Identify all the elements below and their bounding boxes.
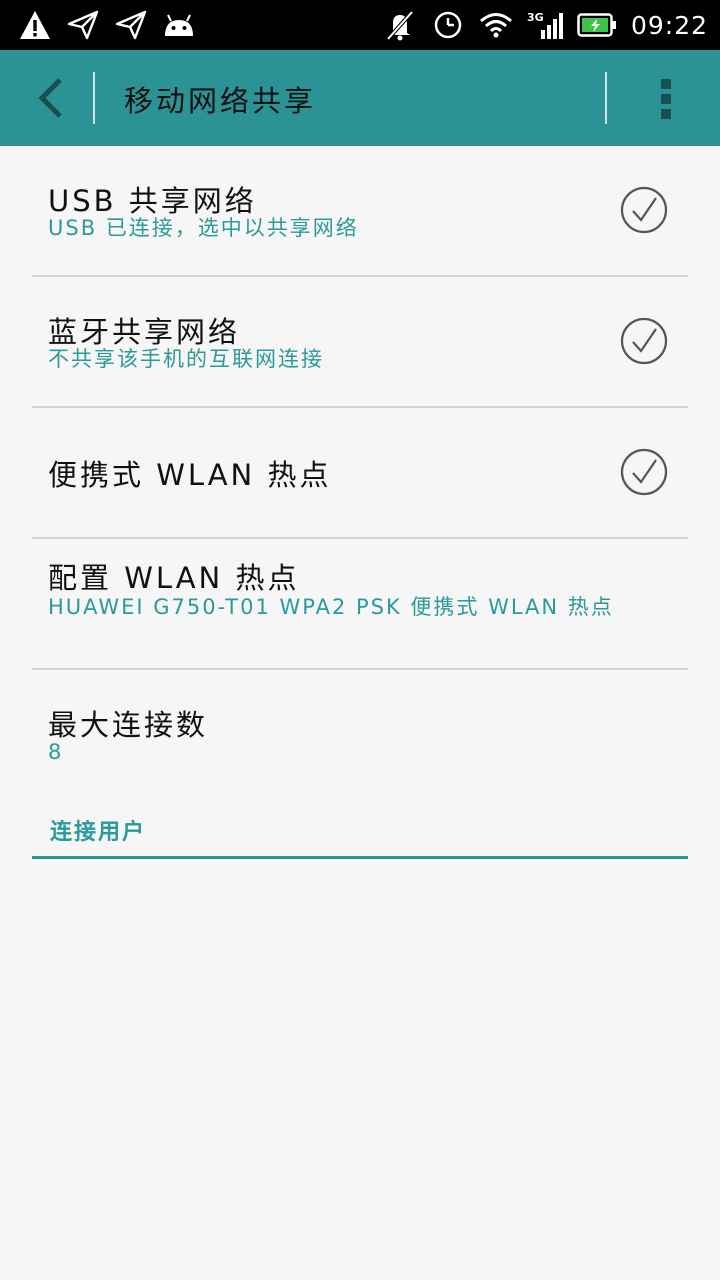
setting-title: 便携式 WLAN 热点	[48, 458, 332, 492]
chevron-left-icon	[38, 78, 62, 118]
wifi-icon	[479, 8, 513, 42]
android-icon	[162, 8, 196, 42]
setting-usb-tethering[interactable]: USB 共享网络 USB 已连接，选中以共享网络	[32, 146, 688, 277]
setting-portable-hotspot[interactable]: 便携式 WLAN 热点	[32, 408, 688, 539]
settings-list: USB 共享网络 USB 已连接，选中以共享网络 蓝牙共享网络 不共享该手机的互…	[32, 146, 688, 800]
page-title: 移动网络共享	[124, 84, 317, 118]
app-bar-divider	[605, 72, 607, 124]
warning-icon	[18, 8, 52, 42]
app-bar: 移动网络共享	[0, 50, 720, 146]
signal-icon: 3G	[527, 8, 563, 42]
back-button[interactable]	[24, 72, 76, 124]
more-vert-icon	[661, 79, 671, 119]
mute-icon	[383, 8, 417, 42]
section-label: 连接用户	[50, 820, 147, 845]
setting-subtitle: 8	[48, 740, 64, 764]
setting-configure-hotspot[interactable]: 配置 WLAN 热点 HUAWEI G750-T01 WPA2 PSK 便携式 …	[32, 539, 688, 670]
setting-subtitle: USB 已连接，选中以共享网络	[48, 216, 359, 240]
setting-title: 最大连接数	[48, 708, 209, 742]
setting-title: 配置 WLAN 热点	[48, 561, 300, 595]
bluetooth-tethering-checkbox[interactable]	[620, 317, 668, 365]
section-header-connected-users: 连接用户	[32, 800, 688, 859]
send-icon	[114, 8, 148, 42]
setting-subtitle: 不共享该手机的互联网连接	[48, 347, 324, 371]
clock: 09:22	[630, 10, 708, 40]
svg-text:3G: 3G	[527, 11, 544, 24]
setting-max-connections[interactable]: 最大连接数 8	[32, 670, 688, 800]
usb-tethering-checkbox[interactable]	[620, 186, 668, 234]
setting-bluetooth-tethering[interactable]: 蓝牙共享网络 不共享该手机的互联网连接	[32, 277, 688, 408]
setting-subtitle: HUAWEI G750-T01 WPA2 PSK 便携式 WLAN 热点	[48, 595, 614, 619]
app-bar-divider	[93, 72, 95, 124]
battery-icon	[577, 8, 617, 42]
portable-hotspot-checkbox[interactable]	[620, 448, 668, 496]
send-icon	[66, 8, 100, 42]
status-bar: 3G 09:22	[0, 0, 720, 50]
alarm-icon	[431, 8, 465, 42]
overflow-menu-button[interactable]	[646, 76, 686, 122]
